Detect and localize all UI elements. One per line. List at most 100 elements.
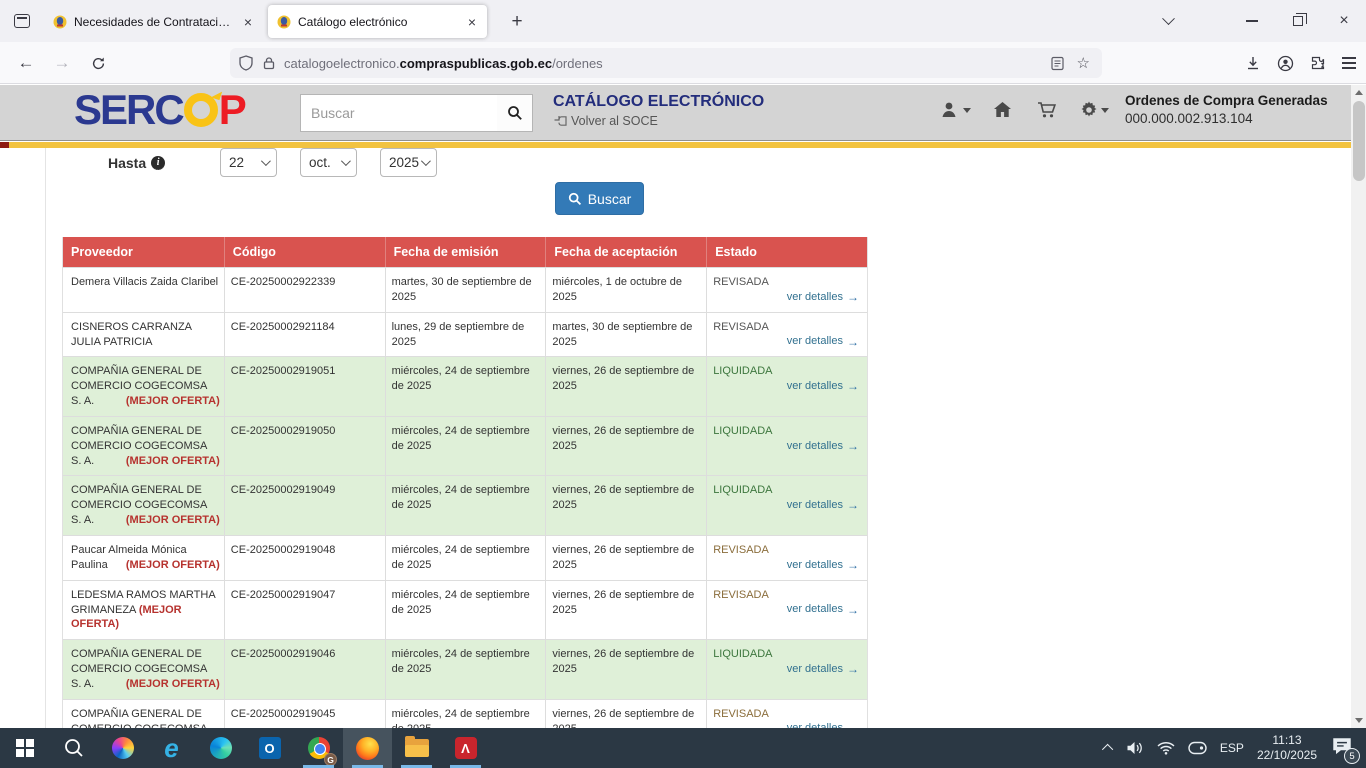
home-button[interactable] (993, 101, 1012, 118)
user-icon (941, 101, 960, 119)
page-content: SERCP CATÁLOGO ELECTRÓNICO Volver al SOC… (0, 85, 1366, 728)
proveedor-cell: Demera Villacis Zaida Claribel (63, 268, 224, 312)
column-header: Proveedor (63, 237, 224, 267)
clock[interactable]: 11:13 22/10/2025 (1257, 733, 1317, 763)
codigo-cell: CE-20250002919048 (224, 536, 385, 580)
month-select[interactable]: oct. (300, 148, 357, 177)
sercop-logo[interactable]: SERCP (74, 89, 245, 131)
volume-button[interactable] (1126, 741, 1144, 755)
language-indicator[interactable]: ESP (1220, 741, 1244, 755)
ver-detalles-link[interactable]: ver detalles→ (787, 289, 859, 305)
year-select[interactable]: 2025 (380, 148, 437, 177)
mejor-oferta-label: (MEJOR OFERTA) (126, 677, 220, 692)
mejor-oferta-label: (MEJOR OFERTA) (126, 513, 220, 528)
windows-taskbar: e O G Λ ESP 11:13 22/10/2025 5 (0, 728, 1366, 768)
ver-detalles-link[interactable]: ver detalles→ (787, 438, 859, 454)
estado-cell: REVISADA ver detalles→ (706, 700, 867, 728)
file-explorer-button[interactable] (392, 728, 441, 768)
start-button[interactable] (0, 728, 49, 768)
account-icon[interactable] (1277, 55, 1294, 72)
close-button[interactable]: × (1330, 8, 1358, 34)
tray-chevron-button[interactable] (1105, 744, 1113, 752)
wifi-button[interactable] (1157, 741, 1175, 755)
forward-button[interactable]: → (48, 49, 76, 77)
notification-badge: 5 (1344, 748, 1360, 764)
ver-detalles-link[interactable]: ver detalles→ (787, 557, 859, 573)
copilot-button[interactable] (98, 728, 147, 768)
ver-detalles-label: ver detalles (787, 334, 843, 349)
ver-detalles-label: ver detalles (787, 602, 843, 617)
new-tab-button[interactable]: + (504, 9, 530, 34)
chevron-down-icon (341, 156, 351, 166)
caret-down-icon (1101, 108, 1109, 113)
chrome-button[interactable]: G (294, 728, 343, 768)
edge-button[interactable] (196, 728, 245, 768)
taskbar-search-button[interactable] (49, 728, 98, 768)
ver-detalles-link[interactable]: ver detalles→ (787, 602, 859, 618)
firefox-button[interactable] (343, 728, 392, 768)
tab-list-button[interactable] (1154, 8, 1182, 34)
outlook-icon: O (259, 737, 281, 759)
tab-catalogo[interactable]: Catálogo electrónico × (268, 5, 487, 38)
menu-icon[interactable] (1342, 57, 1356, 68)
internet-explorer-button[interactable]: e (147, 728, 196, 768)
info-icon[interactable]: i (151, 156, 165, 170)
proveedor-cell: COMPAÑIA GENERAL DE COMERCIO COGECOMSA S… (63, 357, 224, 416)
day-value: 22 (229, 155, 244, 170)
bookmark-star-icon[interactable]: ☆ (1077, 54, 1090, 72)
ver-detalles-link[interactable]: ver detalles→ (787, 721, 859, 728)
mejor-oferta-label: (MEJOR OFERTA) (126, 558, 220, 573)
tab-necesidades[interactable]: Necesidades de Contratación y × (44, 5, 263, 38)
reload-button[interactable] (84, 49, 112, 77)
buscar-button[interactable]: Buscar (555, 182, 644, 215)
aceptacion-cell: viernes, 26 de septiembre de 2025 (545, 581, 706, 640)
day-select[interactable]: 22 (220, 148, 277, 177)
acrobat-button[interactable]: Λ (441, 728, 490, 768)
orders-table: Proveedor Código Fecha de emisión Fecha … (62, 237, 868, 728)
shield-icon[interactable] (238, 55, 254, 71)
catalog-search-input[interactable] (300, 94, 498, 132)
downloads-icon[interactable] (1245, 55, 1261, 71)
notification-center-button[interactable]: 5 (1330, 736, 1356, 760)
scroll-down-icon[interactable] (1355, 718, 1363, 723)
outlook-button[interactable]: O (245, 728, 294, 768)
tab-close-icon[interactable]: × (241, 14, 255, 30)
tab-close-icon[interactable]: × (465, 14, 479, 30)
ecuador-favicon-icon (52, 14, 68, 30)
logo-text: P (219, 89, 245, 131)
volver-soce-link[interactable]: Volver al SOCE (553, 114, 658, 128)
estado-cell: REVISADA ver detalles→ (706, 536, 867, 580)
time: 11:13 (1272, 733, 1301, 747)
estado-cell: LIQUIDADA ver detalles→ (706, 357, 867, 416)
display-icon (1188, 741, 1207, 755)
catalog-search-button[interactable] (497, 94, 533, 132)
lock-icon[interactable] (262, 56, 276, 70)
minimize-button[interactable] (1238, 8, 1266, 34)
codigo-cell: CE-20250002919049 (224, 476, 385, 535)
table-row: COMPAÑIA GENERAL DE COMERCIO COGECOMSA S… (63, 475, 867, 535)
extensions-puzzle-icon[interactable] (1310, 55, 1326, 71)
close-icon: × (1339, 13, 1348, 29)
back-button[interactable]: ← (12, 49, 40, 77)
user-menu-button[interactable] (941, 101, 971, 119)
ver-detalles-link[interactable]: ver detalles→ (787, 497, 859, 513)
estado-cell: REVISADA ver detalles→ (706, 313, 867, 357)
ver-detalles-link[interactable]: ver detalles→ (787, 378, 859, 394)
page-scrollbar[interactable] (1351, 85, 1366, 728)
url-bar[interactable]: catalogoelectronico.compraspublicas.gob.… (230, 48, 1102, 78)
firefox-view-button[interactable] (8, 9, 36, 33)
settings-menu-button[interactable] (1080, 101, 1109, 119)
scroll-up-icon[interactable] (1355, 90, 1363, 95)
column-header: Código (224, 237, 385, 267)
cart-button[interactable] (1037, 101, 1057, 119)
orders-label: Ordenes de Compra Generadas (1125, 93, 1357, 108)
reader-view-icon[interactable] (1050, 56, 1065, 71)
logo-arrow-o-icon (184, 93, 218, 127)
arrow-right-icon: → (847, 661, 859, 677)
scrollbar-thumb[interactable] (1353, 101, 1365, 181)
meet-now-button[interactable] (1188, 741, 1207, 755)
internet-explorer-icon: e (164, 735, 178, 761)
maximize-button[interactable] (1284, 8, 1312, 34)
ver-detalles-link[interactable]: ver detalles→ (787, 661, 859, 677)
ver-detalles-link[interactable]: ver detalles→ (787, 334, 859, 350)
